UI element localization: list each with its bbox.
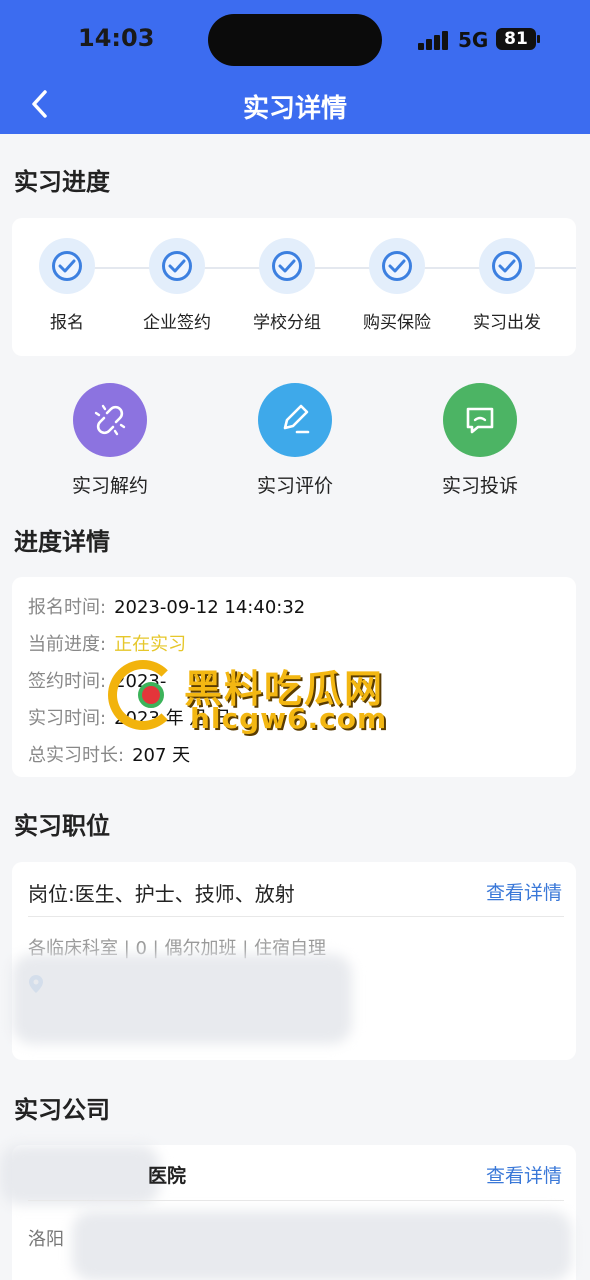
detail-row-current-progress: 当前进度: 正在实习 (28, 630, 186, 656)
detail-value: 207 天 (132, 745, 191, 766)
company-card: 医院 查看详情 洛阳 (0, 1145, 576, 1280)
step-depart: 实习出发 (452, 238, 562, 333)
pencil-icon (258, 383, 332, 457)
position-card: 岗位:医生、护士、技师、放射 查看详情 各临床科室 | 0 | 偶尔加班 | 住… (12, 862, 576, 1060)
check-icon (382, 251, 412, 281)
step-insurance: 购买保险 (342, 238, 452, 333)
detail-key: 实习时间: (28, 708, 107, 729)
step-contract: 企业签约 (122, 238, 232, 333)
detail-key: 总实习时长: (28, 745, 125, 766)
unlink-icon (73, 383, 147, 457)
detail-key: 当前进度: (28, 634, 107, 655)
check-icon (492, 251, 522, 281)
action-label: 实习评价 (256, 475, 333, 497)
detail-key: 签约时间: (28, 671, 107, 692)
job-title: 岗位:医生、护士、技师、放射 (28, 882, 295, 906)
dynamic-island (208, 14, 382, 66)
signal-icon (418, 30, 452, 50)
progress-status: 正在实习 (114, 634, 187, 655)
terminate-button[interactable]: 实习解约 (40, 383, 180, 498)
evaluate-button[interactable]: 实习评价 (225, 383, 365, 498)
company-section-title: 实习公司 (14, 1096, 110, 1124)
app-header: 14:03 5G 81 实习详情 (0, 0, 590, 134)
redacted-area (0, 1145, 160, 1205)
step-signup: 报名 (12, 238, 122, 333)
view-position-details-link[interactable]: 查看详情 (486, 878, 562, 905)
message-icon (443, 383, 517, 457)
status-time: 14:03 (78, 24, 155, 52)
watermark-url: hlcgw6.com (190, 702, 388, 735)
step-label: 报名 (50, 313, 84, 333)
progress-section-title: 实习进度 (14, 168, 110, 196)
position-section-title: 实习职位 (14, 812, 110, 840)
divider (28, 916, 564, 917)
step-grouping: 学校分组 (232, 238, 342, 333)
check-icon (52, 251, 82, 281)
redacted-area (72, 1211, 572, 1280)
network-type: 5G (458, 28, 489, 52)
step-label: 企业签约 (143, 313, 211, 333)
step-label: 购买保险 (363, 313, 431, 333)
action-label: 实习投诉 (441, 475, 518, 497)
detail-key: 报名时间: (28, 597, 107, 618)
progress-card: 报名 企业签约 学校分组 购买保险 实习出发 (12, 218, 576, 356)
complaint-button[interactable]: 实习投诉 (410, 383, 550, 498)
page-title: 实习详情 (242, 94, 347, 124)
divider (28, 1200, 564, 1201)
redacted-area (12, 954, 352, 1044)
action-label: 实习解约 (71, 475, 148, 497)
check-icon (272, 251, 302, 281)
detail-value: 2023-09-12 14:40:32 (114, 597, 306, 618)
check-icon (162, 251, 192, 281)
company-city: 洛阳 (28, 1229, 64, 1250)
step-label: 实习出发 (473, 313, 541, 333)
view-company-details-link[interactable]: 查看详情 (486, 1161, 562, 1188)
details-section-title: 进度详情 (14, 528, 110, 556)
company-name: 医院 (148, 1165, 187, 1187)
battery-icon: 81 (496, 28, 540, 50)
detail-row-total-duration: 总实习时长: 207 天 (28, 741, 190, 767)
detail-row-signup-time: 报名时间: 2023-09-12 14:40:32 (28, 593, 305, 619)
step-label: 学校分组 (253, 313, 321, 333)
watermelon-icon (138, 682, 164, 708)
